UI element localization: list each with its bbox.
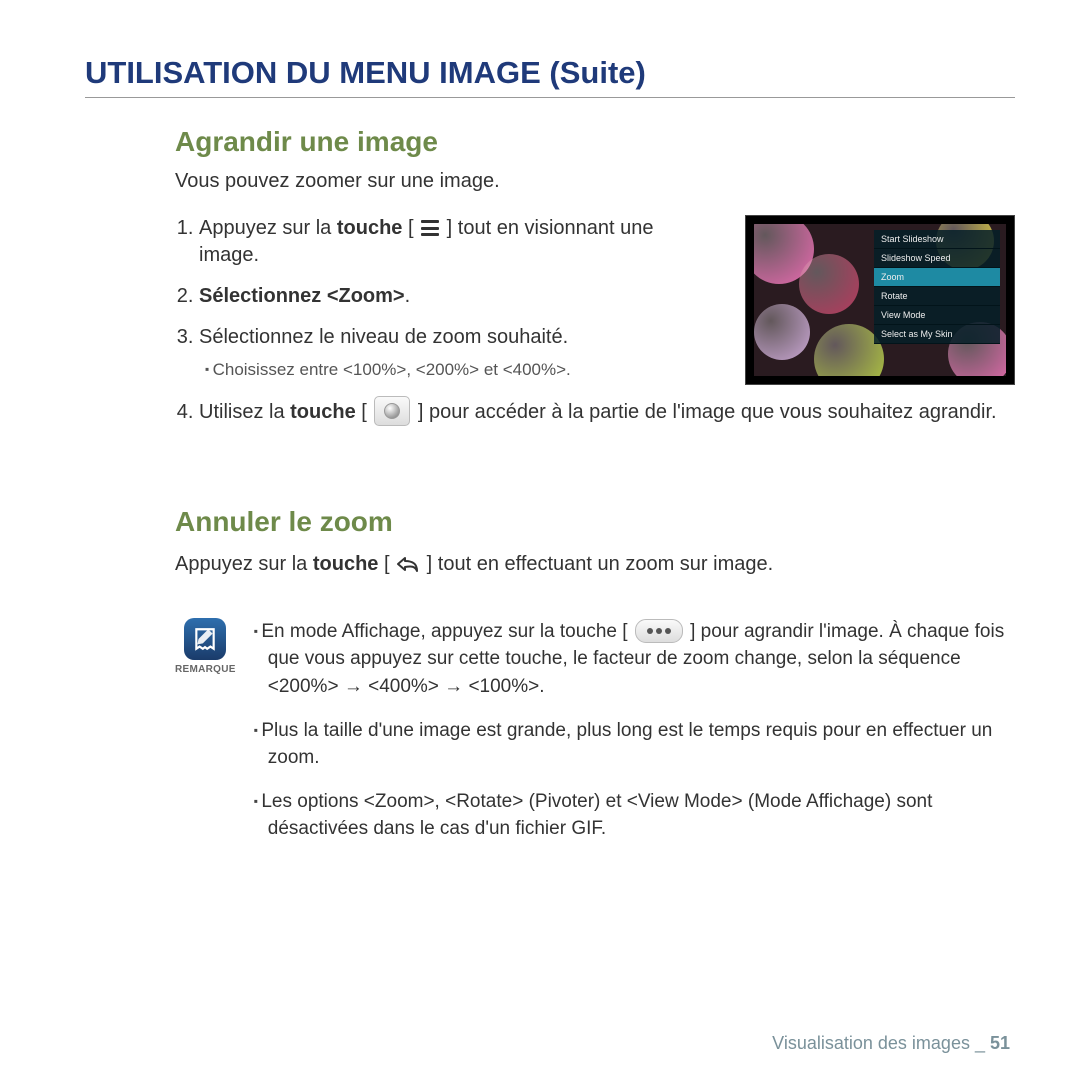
note-1: En mode Affichage, appuyez sur la touche…	[254, 618, 1015, 701]
steps-list: Appuyez sur la touche [ ] tout en vision…	[175, 215, 717, 382]
step-3-sub: Choisissez entre <100%>, <200%> et <400%…	[205, 359, 717, 382]
remark-badge: REMARQUE	[175, 618, 236, 675]
step-2: Sélectionnez <Zoom>.	[199, 283, 717, 310]
footer-section: Visualisation des images	[772, 1033, 970, 1053]
remark-label: REMARQUE	[175, 664, 236, 675]
device-menu-item: View Mode	[874, 306, 1000, 325]
device-screenshot: Start Slideshow Slideshow Speed Zoom Rot…	[745, 215, 1015, 385]
notes-list: En mode Affichage, appuyez sur la touche…	[254, 618, 1015, 859]
section-enlarge-intro: Vous pouvez zoomer sur une image.	[175, 170, 1015, 193]
device-menu-item: Select as My Skin	[874, 325, 1000, 344]
device-menu-item: Start Slideshow	[874, 230, 1000, 249]
back-icon	[395, 554, 421, 574]
step-1: Appuyez sur la touche [ ] tout en vision…	[199, 215, 717, 269]
step-4: Utilisez la touche [ ] pour accéder à la…	[199, 396, 1015, 426]
device-menu-item: Rotate	[874, 287, 1000, 306]
three-dot-button-icon	[635, 619, 683, 643]
device-menu-item-selected: Zoom	[874, 268, 1000, 287]
note-3: Les options <Zoom>, <Rotate> (Pivoter) e…	[254, 788, 1015, 843]
note-2: Plus la taille d'une image est grande, p…	[254, 717, 1015, 772]
page-title: UTILISATION DU MENU IMAGE (Suite)	[85, 55, 1015, 98]
step-3: Sélectionnez le niveau de zoom souhaité.…	[199, 324, 717, 382]
menu-icon	[419, 219, 441, 237]
page-number: 51	[990, 1033, 1010, 1053]
section-enlarge-title: Agrandir une image	[175, 126, 1015, 158]
cancel-zoom-text: Appuyez sur la touche [ ] tout en effect…	[175, 550, 1015, 578]
section-cancel-title: Annuler le zoom	[175, 506, 1015, 538]
device-menu-item: Slideshow Speed	[874, 249, 1000, 268]
device-menu: Start Slideshow Slideshow Speed Zoom Rot…	[874, 230, 1000, 344]
steps-list-cont: Utilisez la touche [ ] pour accéder à la…	[175, 396, 1015, 426]
page-footer: Visualisation des images _ 51	[772, 1033, 1010, 1054]
nav-button-icon	[374, 396, 410, 426]
note-icon	[184, 618, 226, 660]
